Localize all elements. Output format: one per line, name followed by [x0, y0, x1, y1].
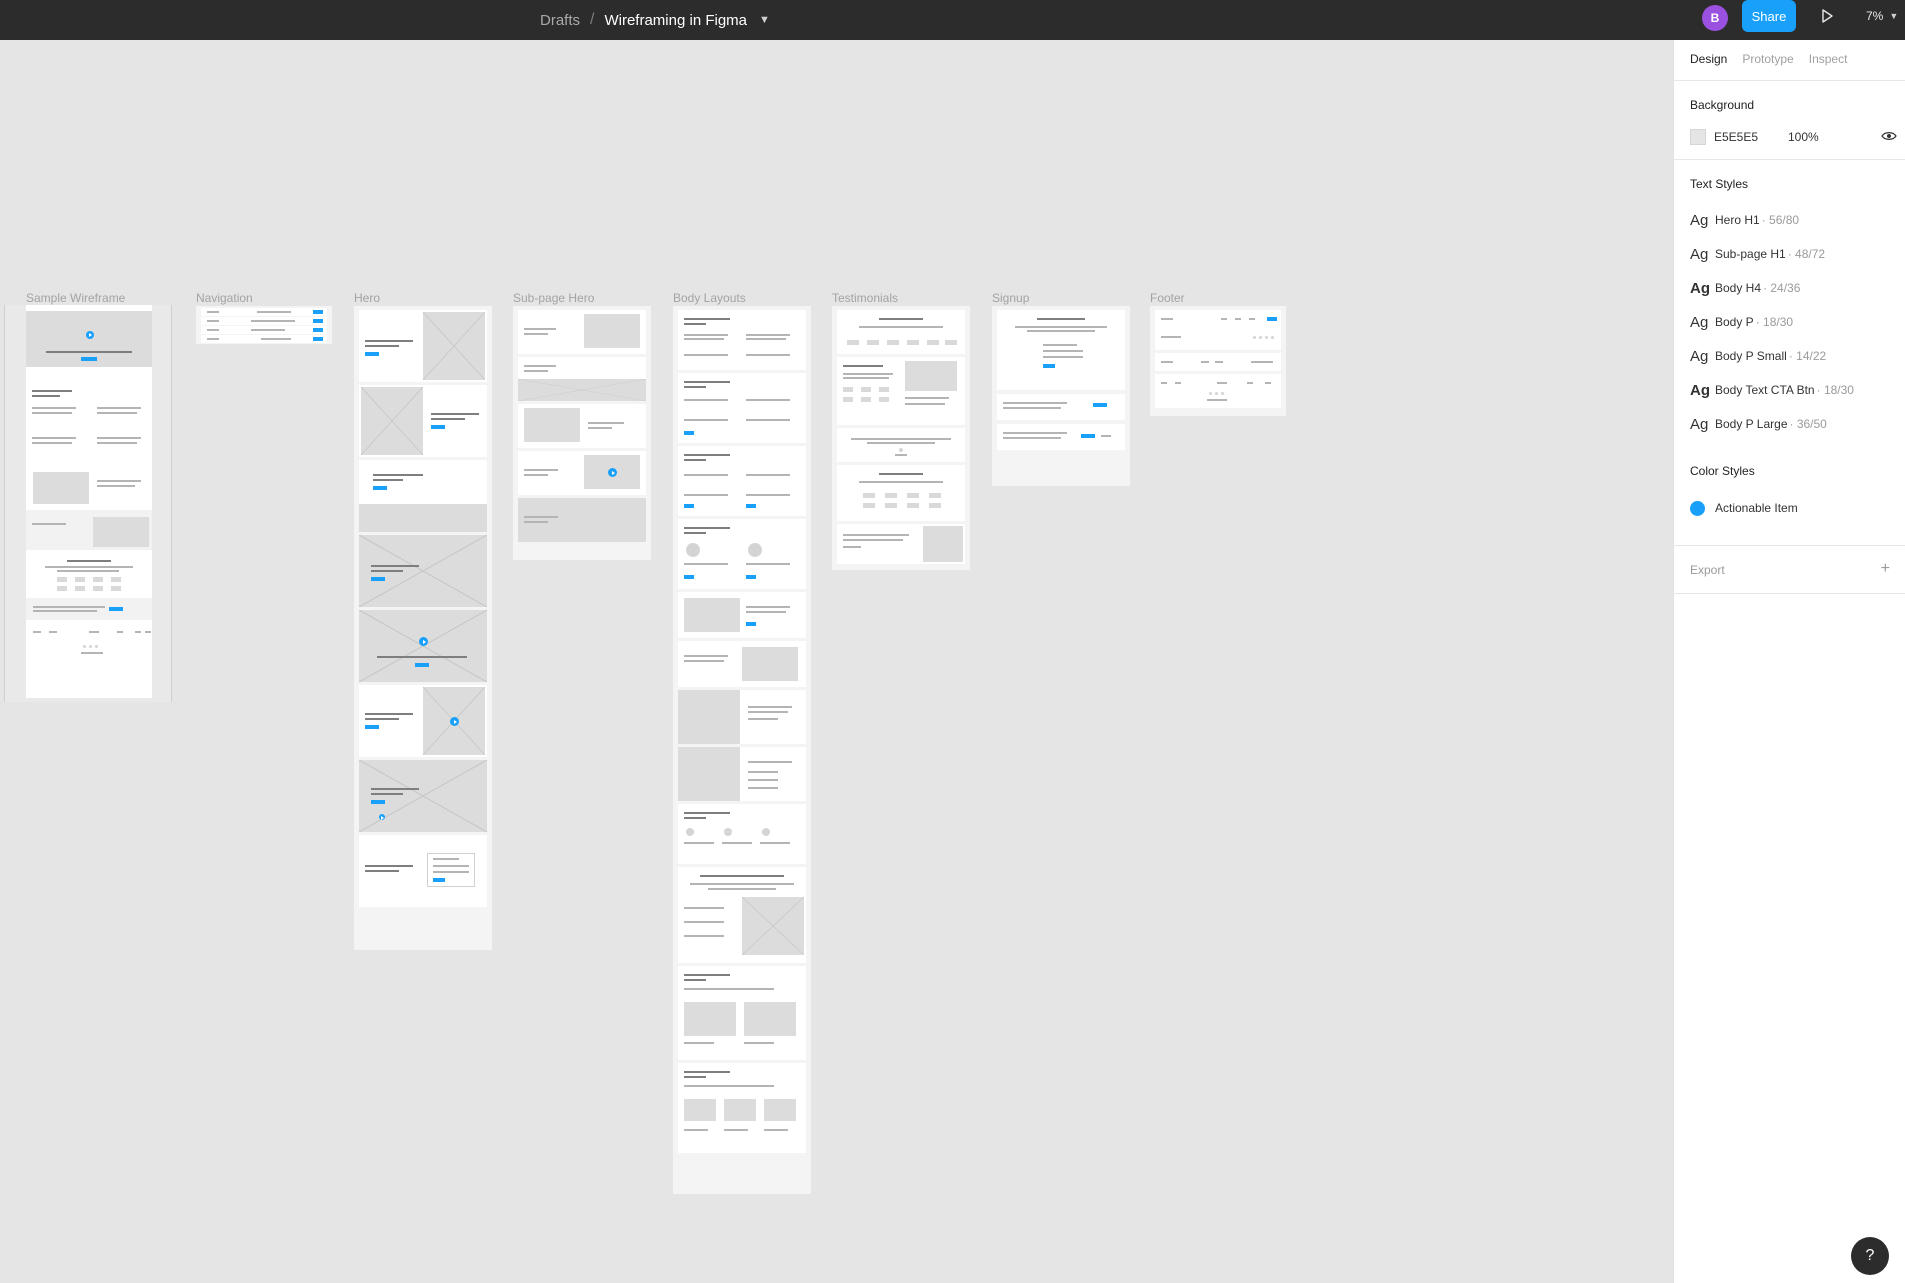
export-section: Export + [1690, 561, 1890, 578]
text-style-item[interactable]: Ag Sub-page H1 · 48/72 [1690, 245, 1825, 263]
top-toolbar: Drafts / Wireframing in Figma ▼ B Share … [0, 0, 1905, 40]
text-styles-section-title: Text Styles [1690, 177, 1749, 191]
background-opacity-input[interactable]: 100% [1788, 130, 1819, 144]
text-style-icon: Ag [1690, 415, 1709, 433]
text-style-name: Body H4 [1715, 281, 1762, 295]
text-style-spec: · 24/36 [1763, 281, 1801, 295]
text-style-name: Body P Large [1715, 417, 1788, 431]
frame-title-navigation[interactable]: Navigation [196, 291, 253, 305]
background-section-title: Background [1690, 98, 1755, 112]
text-style-spec: · 36/50 [1789, 417, 1827, 431]
divider [1674, 593, 1905, 594]
divider [1674, 159, 1905, 160]
frame-title-footer[interactable]: Footer [1150, 291, 1185, 305]
help-button[interactable]: ? [1851, 1237, 1889, 1275]
tab-inspect[interactable]: Inspect [1809, 52, 1848, 66]
frame-signup[interactable] [992, 306, 1130, 486]
tab-design[interactable]: Design [1690, 52, 1727, 66]
color-styles-section-title: Color Styles [1690, 464, 1755, 478]
text-style-spec: · 56/80 [1761, 213, 1800, 227]
panel-tabs: Design Prototype Inspect [1690, 52, 1847, 66]
eye-icon[interactable] [1881, 130, 1897, 142]
text-style-icon: Ag [1690, 279, 1710, 297]
color-style-name: Actionable Item [1715, 501, 1798, 515]
text-style-icon: Ag [1690, 245, 1709, 263]
divider [1674, 545, 1905, 546]
text-style-icon: Ag [1690, 313, 1709, 331]
zoom-level: 7% [1866, 9, 1884, 23]
text-style-name: Body P Small [1715, 349, 1787, 363]
design-panel: Design Prototype Inspect Background E5E5… [1673, 40, 1905, 1283]
divider [1674, 80, 1905, 81]
breadcrumb-drafts-link[interactable]: Drafts [540, 12, 580, 29]
frame-testimonials[interactable] [832, 306, 970, 570]
canvas[interactable]: Sample Wireframe Navigation Hero Sub-pag… [0, 40, 1673, 1283]
text-style-spec: · 48/72 [1787, 247, 1826, 261]
frame-footer[interactable] [1150, 306, 1286, 416]
text-style-name: Body Text CTA Btn [1715, 383, 1815, 397]
text-style-spec: · 18/30 [1755, 315, 1794, 329]
frame-title-sample-wireframe[interactable]: Sample Wireframe [26, 291, 125, 305]
background-hex-input[interactable]: E5E5E5 [1714, 130, 1788, 144]
text-style-icon: Ag [1690, 211, 1709, 229]
chevron-down-icon: ▼ [1889, 11, 1899, 21]
frame-hero[interactable] [354, 306, 492, 950]
text-style-icon: Ag [1690, 347, 1709, 365]
background-color-swatch[interactable] [1690, 129, 1706, 145]
breadcrumb: Drafts / Wireframing in Figma ▼ [540, 0, 770, 40]
zoom-menu[interactable]: 7% ▼ [1866, 0, 1898, 32]
text-style-item[interactable]: Ag Body P Large · 36/50 [1690, 415, 1827, 433]
text-style-spec: · 14/22 [1788, 349, 1827, 363]
plus-icon[interactable]: + [1881, 561, 1890, 577]
frame-title-signup[interactable]: Signup [992, 291, 1029, 305]
background-fill-row: E5E5E5 100% [1690, 129, 1890, 145]
color-style-item[interactable]: Actionable Item [1690, 499, 1798, 517]
frame-navigation[interactable] [196, 306, 332, 344]
file-name[interactable]: Wireframing in Figma [604, 12, 747, 29]
frame-subpage-hero[interactable] [513, 306, 651, 560]
frame-sample-wireframe[interactable] [4, 305, 172, 702]
text-style-item[interactable]: Ag Body P Small · 14/22 [1690, 347, 1826, 365]
text-style-name: Body P [1715, 315, 1754, 329]
text-style-name: Sub-page H1 [1715, 247, 1786, 261]
frame-title-subpage-hero[interactable]: Sub-page Hero [513, 291, 594, 305]
color-swatch [1690, 500, 1705, 516]
text-style-item[interactable]: Ag Body P · 18/30 [1690, 313, 1793, 331]
avatar[interactable]: B [1702, 5, 1728, 31]
frame-title-hero[interactable]: Hero [354, 291, 380, 305]
play-icon[interactable] [1818, 7, 1836, 25]
tab-prototype[interactable]: Prototype [1742, 52, 1793, 66]
frame-title-testimonials[interactable]: Testimonials [832, 291, 898, 305]
chevron-down-icon[interactable]: ▼ [759, 14, 770, 26]
share-button[interactable]: Share [1742, 0, 1796, 32]
export-section-title: Export [1690, 563, 1725, 577]
text-style-item[interactable]: Ag Body Text CTA Btn · 18/30 [1690, 381, 1854, 399]
frame-title-body-layouts[interactable]: Body Layouts [673, 291, 746, 305]
text-style-item[interactable]: Ag Body H4 · 24/36 [1690, 279, 1800, 297]
text-style-spec: · 18/30 [1816, 383, 1854, 397]
frame-body-layouts[interactable] [673, 306, 811, 1194]
text-style-item[interactable]: Ag Hero H1 · 56/80 [1690, 211, 1799, 229]
breadcrumb-separator: / [590, 11, 595, 28]
text-style-icon: Ag [1690, 381, 1710, 399]
text-style-name: Hero H1 [1715, 213, 1760, 227]
